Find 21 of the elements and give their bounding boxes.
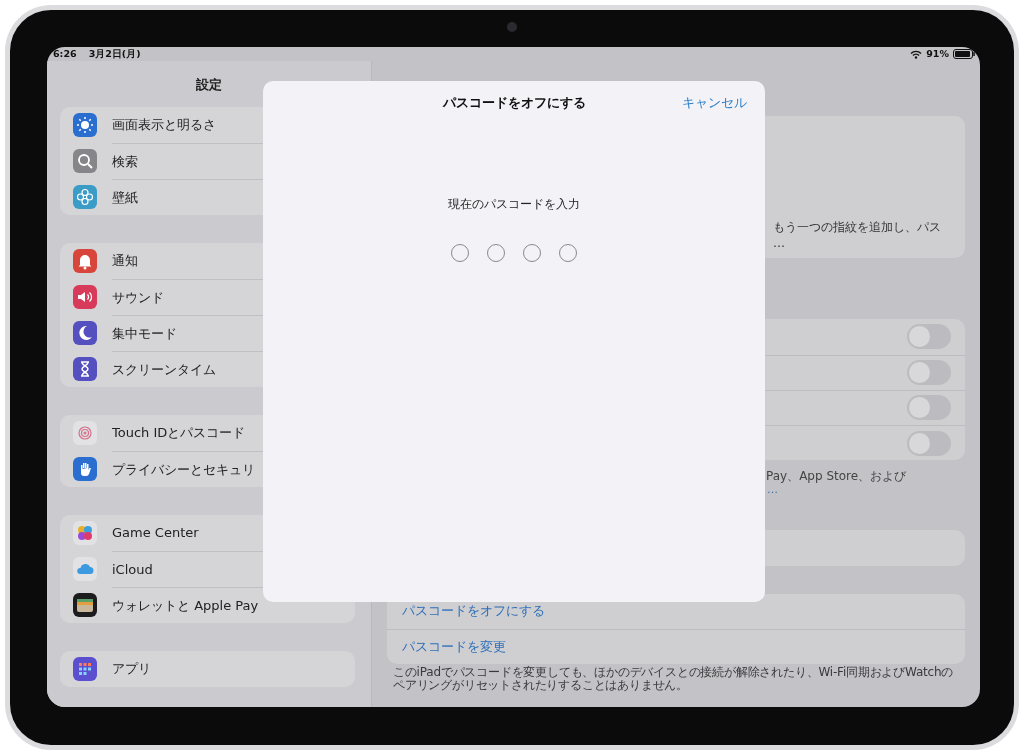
ellipsis-text: …	[773, 235, 786, 252]
cancel-button[interactable]: キャンセル	[682, 93, 747, 113]
action-link[interactable]: パスコードを変更	[387, 629, 965, 665]
status-date: 3月2日(月)	[88, 47, 141, 61]
dialog-title: パスコードをオフにする	[442, 93, 586, 112]
status-time: 6:26	[53, 47, 77, 61]
wifi-icon	[910, 49, 923, 59]
toggle-switch[interactable]	[907, 395, 951, 421]
camera-dot	[507, 22, 517, 32]
battery-percent: 91%	[926, 47, 949, 61]
battery-icon	[953, 49, 975, 60]
footnote-text: ペアリングがリセットされたりすることはありません。	[393, 679, 689, 693]
prompt-text: 現在のパスコードを入力	[448, 196, 580, 213]
note-text: Pay、App Store、および	[766, 469, 908, 484]
sidebar-title: 設定	[195, 75, 223, 94]
footnote-text: このiPadでパスコードを変更しても、ほかのデバイスとの接続が解除されたり、Wi-Fi同期およびWatchの	[393, 666, 955, 680]
settings-item[interactable]: アプリ	[112, 651, 355, 688]
description-text: もう一つの指紋を追加し、パス	[773, 219, 942, 236]
toggle-switch[interactable]	[907, 360, 951, 386]
toggle-switch[interactable]	[907, 430, 951, 456]
toggle-switch[interactable]	[907, 324, 951, 350]
